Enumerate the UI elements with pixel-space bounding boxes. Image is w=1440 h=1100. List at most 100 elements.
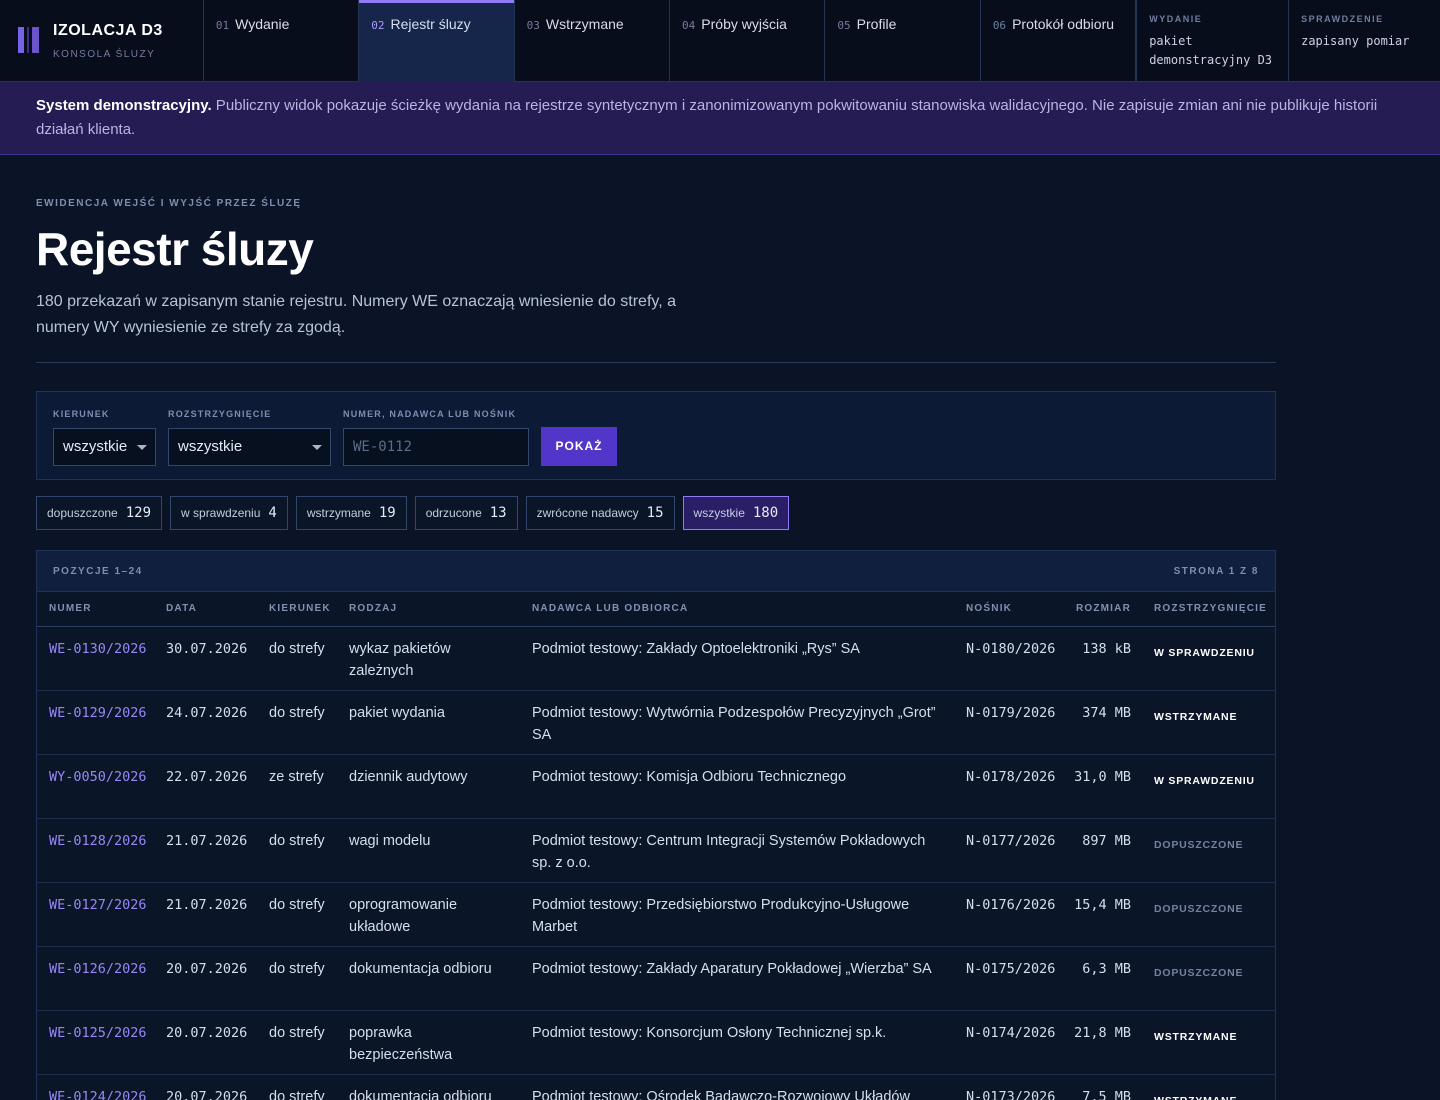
resolution-select[interactable]: wszystkie [168,428,331,466]
chip-count: 19 [378,505,396,521]
table-row[interactable]: WE-0127/2026 21.07.2026 do strefy oprogramo… [37,883,1275,947]
resolution-select-value: wszystkie [178,438,243,455]
resolution-chips: dopuszczone 129 w sprawdzeniu 4 wstrzymane… [36,496,790,530]
table-row[interactable]: WE-0129/2026 24.07.2026 do strefy pakiet wy… [37,691,1275,755]
transfer-type: dokumentacja odbioru [349,1089,492,1100]
column-header-carrier[interactable]: NOŚNIK [966,603,1012,614]
transfer-number-link[interactable]: WY-0050/2026 [49,766,147,788]
transfer-number-link[interactable]: WE-0126/2026 [49,958,147,980]
tab-label: Profile [856,16,897,32]
status-badge: W SPRAWDZENIU [1154,647,1255,659]
tab-profiles[interactable]: 05 Profile [825,0,981,82]
column-header-date[interactable]: DATA [166,603,197,614]
brand-subtitle: KONSOLA ŚLUZY [53,49,156,60]
tab-lock-register[interactable]: 02 Rejestr śluzy [359,0,515,82]
transfer-size: 897 MB [1082,833,1131,849]
search-input[interactable]: WE-0112 [343,428,529,466]
transfer-carrier: N-0177/2026 [966,833,1056,849]
table-row[interactable]: WE-0126/2026 20.07.2026 do strefy dokumenta… [37,947,1275,1011]
transfer-type: wagi modelu [349,833,431,849]
transfer-direction: do strefy [269,833,325,849]
transfer-carrier: N-0179/2026 [966,705,1056,721]
chip-count: 4 [268,505,277,521]
release-meta-value: pakiet demonstracyjny D3 [1149,34,1273,67]
demo-banner-strong: System demonstracyjny. [36,97,212,114]
chip-label: wstrzymane [306,506,371,520]
direction-filter-label: KIERUNEK [53,409,110,419]
top-navigation: IZOLACJA D3 KONSOLA ŚLUZY 01 Wydanie 02 Re… [0,0,1440,82]
tab-held[interactable]: 03 Wstrzymane [515,0,671,82]
tab-label: Protokół odbioru [1012,16,1115,32]
tab-release[interactable]: 01 Wydanie [204,0,360,82]
chip-returned[interactable]: zwrócone nadawcy 15 [525,496,675,530]
transfer-number-link[interactable]: WE-0127/2026 [49,894,147,916]
direction-select[interactable]: wszystkie [53,428,156,466]
check-meta: SPRAWDZENIE zapisany pomiar [1288,0,1440,82]
transfer-sender: Podmiot testowy: Zakłady Aparatury Pokła… [532,961,932,977]
register-table: POZYCJE 1–24 STRONA 1 Z 8 NUMER DATA KIE… [36,550,1276,1100]
chip-held[interactable]: wstrzymane 19 [295,496,407,530]
status-badge: DOPUSZCZONE [1154,967,1244,979]
transfer-date: 20.07.2026 [166,1025,248,1041]
status-badge: W SPRAWDZENIU [1154,775,1255,787]
column-header-type[interactable]: RODZAJ [349,603,519,614]
column-header-direction[interactable]: KIERUNEK [269,603,339,614]
chip-label: dopuszczone [47,506,118,520]
column-header-status[interactable]: ROZSTRZYGNIĘCIE [1154,603,1267,614]
transfer-number-link[interactable]: WE-0129/2026 [49,702,147,724]
tab-number: 01 [215,19,230,32]
table-row[interactable]: WE-0125/2026 20.07.2026 do strefy poprawka … [37,1011,1275,1075]
table-header: NUMER DATA KIERUNEK RODZAJ NADAWCA LUB O… [37,592,1275,627]
chip-rejected[interactable]: odrzucone 13 [414,496,518,530]
column-header-size[interactable]: ROZMIAR [1051,603,1131,614]
tab-label: Wstrzymane [545,16,624,32]
chip-in-review[interactable]: w sprawdzeniu 4 [170,496,288,530]
transfer-sender: Podmiot testowy: Zakłady Optoelektroniki… [532,641,860,657]
filter-panel: KIERUNEK wszystkie ROZSTRZYGNIĘCIE wszys… [36,391,1276,480]
status-badge: WSTRZYMANE [1154,1031,1238,1043]
page-eyebrow: EWIDENCJA WEJŚĆ I WYJŚĆ PRZEZ ŚLUZĘ [36,198,302,209]
table-page: STRONA 1 Z 8 [1173,565,1259,577]
tab-label: Próby wyjścia [701,16,787,32]
status-badge: WSTRZYMANE [1154,1090,1237,1100]
chip-label: wszystkie [693,506,745,520]
transfer-date: 30.07.2026 [166,641,248,657]
show-button[interactable]: POKAŻ [541,427,617,466]
resolution-filter-label: ROZSTRZYGNIĘCIE [168,409,272,419]
column-header-number[interactable]: NUMER [49,603,92,614]
chip-count: 129 [125,505,152,521]
chip-label: odrzucone [425,506,482,520]
transfer-number-link[interactable]: WE-0124/2026 [49,1086,147,1100]
transfer-date: 21.07.2026 [166,897,248,913]
divider [36,362,1276,363]
table-row[interactable]: WE-0124/2026 20.07.2026 do strefy dokumenta… [37,1075,1275,1100]
transfer-number-link[interactable]: WE-0130/2026 [49,638,147,660]
table-row[interactable]: WY-0050/2026 22.07.2026 ze strefy dziennik … [37,755,1275,819]
release-meta: WYDANIE pakiet demonstracyjny D3 [1136,0,1288,82]
transfer-sender: Podmiot testowy: Konsorcjum Osłony Techn… [532,1025,887,1041]
table-row[interactable]: WE-0128/2026 21.07.2026 do strefy wagi mode… [37,819,1275,883]
transfer-carrier: N-0176/2026 [966,897,1056,913]
transfer-size: 374 MB [1082,705,1131,721]
tab-number: 06 [992,19,1007,32]
chip-approved[interactable]: dopuszczone 129 [36,496,163,530]
brand-logo-icon [18,27,40,53]
transfer-date: 24.07.2026 [166,705,248,721]
transfer-size: 15,4 MB [1074,897,1131,913]
transfer-type: dziennik audytowy [349,769,468,785]
table-row[interactable]: WE-0130/2026 30.07.2026 do strefy wykaz pak… [37,627,1275,691]
transfer-type: oprogramowanie układowe [349,897,458,935]
transfer-size: 31,0 MB [1074,769,1131,785]
status-badge: DOPUSZCZONE [1154,839,1244,851]
transfer-carrier: N-0178/2026 [966,769,1056,785]
brand[interactable]: IZOLACJA D3 KONSOLA ŚLUZY [0,0,204,82]
transfer-direction: ze strefy [269,769,324,785]
chip-all[interactable]: wszystkie 180 [682,496,790,530]
chip-count: 15 [646,505,664,521]
transfer-direction: do strefy [269,1089,325,1100]
transfer-number-link[interactable]: WE-0125/2026 [49,1022,147,1044]
tab-acceptance-protocol[interactable]: 06 Protokół odbioru [981,0,1137,82]
column-header-sender[interactable]: NADAWCA LUB ODBIORCA [532,603,942,614]
transfer-number-link[interactable]: WE-0128/2026 [49,830,147,852]
tab-exit-attempts[interactable]: 04 Próby wyjścia [670,0,826,82]
